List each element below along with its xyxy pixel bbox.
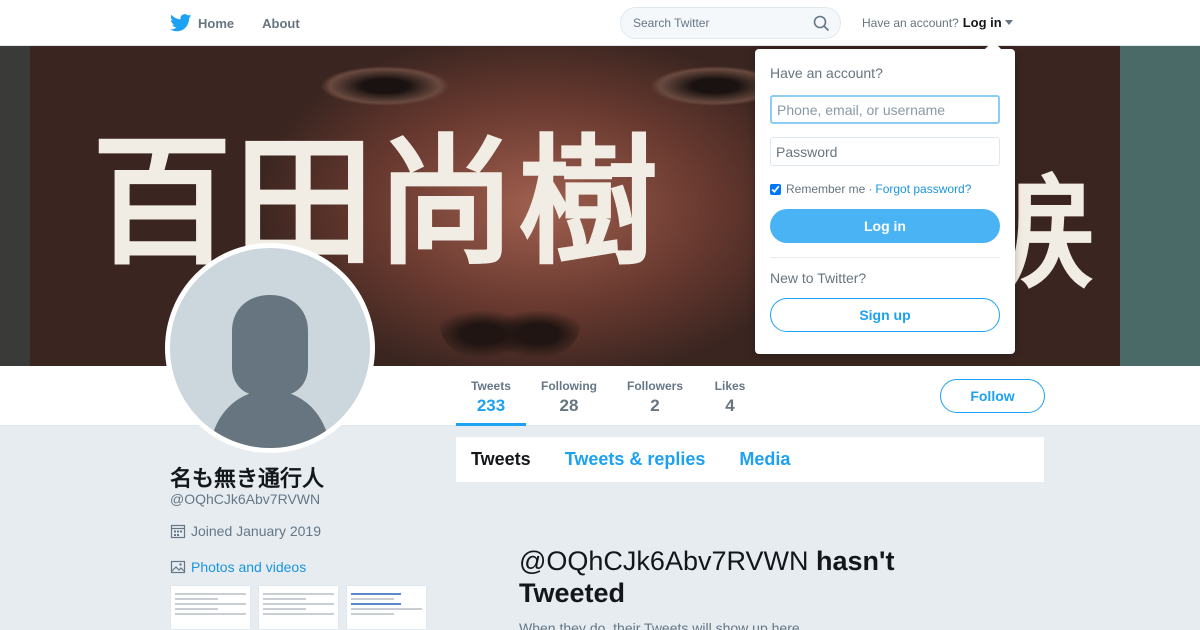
stat-label: Likes: [714, 379, 746, 393]
tab-media[interactable]: Media: [739, 449, 790, 470]
nav-about[interactable]: About: [262, 16, 300, 31]
photo-icon: [170, 560, 186, 574]
new-to-twitter-text: New to Twitter?: [770, 270, 867, 286]
banner-eye-left: [320, 66, 450, 106]
stat-value: 233: [476, 396, 506, 415]
nav-home[interactable]: Home: [170, 14, 234, 32]
avatar[interactable]: [165, 243, 375, 453]
caret-down-icon[interactable]: [1004, 20, 1013, 25]
default-avatar-icon: [170, 248, 370, 448]
search-input[interactable]: [633, 16, 803, 30]
stat-label: Followers: [626, 379, 683, 393]
media-thumbnail[interactable]: [258, 585, 339, 630]
username-field[interactable]: [770, 95, 1000, 124]
stat-label: Following: [541, 379, 597, 393]
calendar-icon: [170, 524, 186, 539]
empty-handle: @OQhCJk6Abv7RVWN: [519, 546, 809, 576]
login-button[interactable]: Log in: [770, 209, 1000, 243]
nav-about-label: About: [262, 15, 300, 31]
divider: [770, 257, 1000, 258]
tab-tweets[interactable]: Tweets: [471, 449, 531, 470]
separator-dot: ·: [868, 182, 873, 196]
banner-nose: [440, 286, 580, 366]
twitter-bird-icon: [170, 14, 192, 32]
login-dropdown: Have an account? Remember me · Forgot pa…: [755, 41, 1015, 354]
dropdown-heading: Have an account?: [770, 65, 883, 81]
search-icon[interactable]: [813, 15, 830, 32]
remember-label[interactable]: Remember me: [786, 182, 865, 196]
stat-following[interactable]: Following 28: [536, 366, 602, 426]
forgot-password-link[interactable]: Forgot password?: [875, 182, 971, 196]
stat-likes[interactable]: Likes 4: [708, 366, 752, 426]
nav-home-label: Home: [198, 15, 235, 31]
remember-row: Remember me · Forgot password?: [770, 182, 1000, 196]
empty-timeline-title: @OQhCJk6Abv7RVWN hasn't Tweeted: [519, 545, 939, 609]
joined-text: Joined January 2019: [191, 523, 321, 539]
banner-title-text: 百田尚樹: [92, 122, 661, 285]
joined-date: Joined January 2019: [170, 523, 321, 539]
stat-followers[interactable]: Followers 2: [622, 366, 688, 426]
search-box[interactable]: [620, 7, 841, 39]
banner-edge-right: [1120, 46, 1200, 366]
media-thumbnails: [170, 585, 434, 630]
default-avatar-silhouette: [210, 295, 330, 448]
login-link[interactable]: Log in: [963, 15, 1002, 30]
stat-label: Tweets: [471, 379, 511, 393]
nav-left: Home About: [170, 0, 328, 46]
photos-videos-label: Photos and videos: [191, 559, 307, 575]
account-menu: Have an account? Log in: [862, 15, 1013, 30]
signup-button[interactable]: Sign up: [770, 298, 1000, 332]
stat-value: 28: [559, 396, 579, 415]
profile-name: 名も無き通行人: [170, 467, 325, 492]
password-field[interactable]: [770, 137, 1000, 166]
stat-value: 2: [650, 396, 660, 415]
top-nav: Home About Have an account? Log in: [0, 0, 1200, 46]
remember-checkbox[interactable]: [770, 183, 781, 195]
stat-value: 4: [725, 396, 735, 415]
tab-tweets-replies[interactable]: Tweets & replies: [565, 449, 706, 470]
photos-videos-link[interactable]: Photos and videos: [170, 559, 306, 575]
stat-tweets[interactable]: Tweets 233: [456, 366, 526, 426]
follow-button[interactable]: Follow: [940, 379, 1045, 413]
media-thumbnail[interactable]: [346, 585, 427, 630]
media-thumbnail[interactable]: [170, 585, 251, 630]
profile-handle[interactable]: @OQhCJk6Abv7RVWN: [170, 491, 320, 507]
banner-edge-left: [0, 46, 30, 366]
timeline-tabs: Tweets Tweets & replies Media: [456, 437, 1044, 482]
have-account-text: Have an account?: [862, 15, 959, 30]
empty-timeline-subtitle: When they do, their Tweets will show up …: [519, 620, 804, 630]
